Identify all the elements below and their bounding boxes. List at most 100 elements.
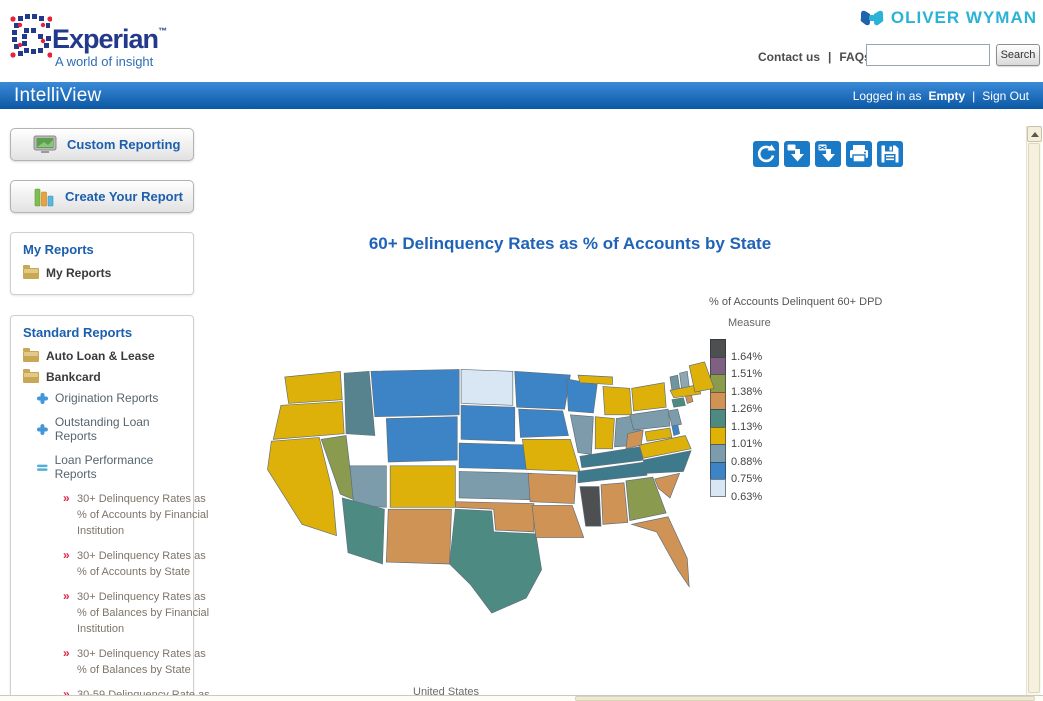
report-link[interactable]: »30+ Delinquency Rates as % of Accounts … — [63, 548, 215, 580]
export-pdf-button[interactable] — [784, 141, 810, 167]
oliver-wyman-mark-icon — [859, 9, 885, 27]
folder-icon — [23, 372, 39, 383]
create-your-report-button[interactable]: Create Your Report — [10, 180, 194, 213]
bar-chart-icon — [33, 186, 55, 208]
print-icon — [846, 141, 872, 167]
state-nh[interactable] — [680, 371, 690, 388]
app-title-bar: IntelliView Logged in as Empty | Sign Ou… — [0, 82, 1043, 109]
header: Experian™ A world of insight OLIVER WYMA… — [0, 0, 1043, 82]
search-button[interactable]: Search — [996, 44, 1040, 66]
horizontal-scrollbar-thumb[interactable] — [575, 696, 1035, 701]
page: Experian™ A world of insight OLIVER WYMA… — [0, 0, 1043, 701]
bankcard-children: Origination Reports Outstanding Loan Repo… — [37, 391, 193, 701]
my-reports-header: My Reports — [23, 242, 193, 257]
experian-logo-icon — [10, 12, 52, 60]
state-pa[interactable] — [630, 409, 670, 430]
report-toolbar — [753, 141, 903, 167]
state-in[interactable] — [595, 417, 614, 449]
print-button[interactable] — [846, 141, 872, 167]
app-brand: IntelliView — [14, 85, 101, 107]
export-excel-button[interactable] — [815, 141, 841, 167]
state-il[interactable] — [570, 415, 593, 455]
us-choropleth-map[interactable] — [256, 360, 716, 615]
report-link-label: 30+ Delinquency Rates as % of Balances b… — [77, 591, 209, 635]
chart-title: 60+ Delinquency Rates as % of Accounts b… — [300, 234, 840, 254]
search-input[interactable] — [866, 44, 990, 66]
link-divider: | — [828, 50, 831, 64]
tree-node-loan-performance-reports[interactable]: Loan Performance Reports — [37, 453, 193, 481]
standard-reports-header: Standard Reports — [23, 325, 193, 340]
scroll-up-arrow-icon[interactable] — [1027, 126, 1042, 142]
state-mt[interactable] — [371, 369, 459, 416]
experian-wordmark: Experian™ — [52, 24, 166, 55]
state-fl[interactable] — [632, 517, 690, 587]
double-chevron-icon: » — [63, 645, 70, 661]
report-link[interactable]: »30+ Delinquency Rates as % of Balances … — [63, 646, 215, 678]
tree-folder-bankcard[interactable]: Bankcard — [23, 370, 193, 384]
tree-folder-auto-loan-lease[interactable]: Auto Loan & Lease — [23, 349, 193, 363]
state-co[interactable] — [390, 466, 455, 508]
tree-node-label: Origination Reports — [55, 391, 158, 405]
trademark-symbol: ™ — [158, 26, 166, 36]
report-link-label: 30+ Delinquency Rates as % of Accounts b… — [77, 493, 208, 537]
state-mi-up[interactable] — [578, 375, 613, 384]
horizontal-scrollbar[interactable] — [0, 695, 1043, 701]
state-wy[interactable] — [386, 417, 457, 462]
save-button[interactable] — [877, 141, 903, 167]
legend-value: 1.51% — [731, 368, 762, 380]
logged-in-text: Logged in as — [853, 89, 922, 103]
state-id[interactable] — [344, 371, 375, 435]
custom-reporting-label: Custom Reporting — [67, 137, 180, 152]
my-reports-panel: My Reports My Reports — [10, 232, 194, 295]
tree-node-label: Outstanding Loan Reports — [55, 415, 193, 443]
state-mo[interactable] — [522, 439, 580, 471]
plus-icon — [37, 393, 48, 404]
state-ny[interactable] — [632, 383, 667, 411]
plus-icon — [37, 424, 48, 435]
report-link[interactable]: » 30+ Delinquency Rates as % of Balances … — [63, 589, 215, 637]
state-ks[interactable] — [459, 471, 532, 499]
state-mn[interactable] — [515, 371, 571, 409]
my-reports-item[interactable]: My Reports — [23, 266, 193, 280]
state-ms[interactable] — [580, 487, 601, 527]
tree-node-origination-reports[interactable]: Origination Reports — [37, 391, 193, 405]
state-sd[interactable] — [461, 405, 515, 441]
state-al[interactable] — [601, 483, 628, 525]
vertical-scrollbar[interactable] — [1026, 126, 1041, 695]
state-nj[interactable] — [668, 409, 681, 426]
state-mi[interactable] — [603, 386, 632, 414]
refresh-button[interactable] — [753, 141, 779, 167]
logged-in-user: Empty — [928, 89, 965, 103]
experian-tagline: A world of insight — [55, 54, 153, 69]
state-az[interactable] — [342, 498, 384, 564]
state-ia[interactable] — [519, 409, 569, 437]
state-wa[interactable] — [285, 371, 343, 403]
tree-node-outstanding-loan-reports[interactable]: Outstanding Loan Reports — [37, 415, 193, 443]
state-ne[interactable] — [459, 443, 532, 469]
contact-us-link[interactable]: Contact us — [758, 50, 820, 64]
export-pdf-icon — [784, 141, 810, 167]
double-chevron-icon: » — [63, 588, 70, 604]
state-ct[interactable] — [672, 398, 685, 407]
folder-icon — [23, 268, 39, 279]
state-nd[interactable] — [461, 369, 513, 405]
create-your-report-label: Create Your Report — [65, 189, 183, 204]
legend-value: 1.26% — [731, 403, 762, 415]
state-vt[interactable] — [670, 375, 680, 390]
tree-node-label: Loan Performance Reports — [55, 453, 193, 481]
state-or[interactable] — [273, 402, 344, 440]
report-link[interactable]: »30+ Delinquency Rates as % of Accounts … — [63, 491, 215, 539]
state-ar[interactable] — [528, 473, 576, 503]
legend-measure-label: Measure — [728, 317, 771, 329]
sign-out-link[interactable]: Sign Out — [982, 89, 1029, 103]
session-divider: | — [972, 89, 975, 103]
minus-icon — [37, 462, 48, 473]
custom-reporting-button[interactable]: Custom Reporting — [10, 128, 194, 161]
vertical-scrollbar-thumb[interactable] — [1028, 143, 1040, 693]
legend-value: 1.13% — [731, 421, 762, 433]
state-wi[interactable] — [567, 379, 598, 413]
state-la[interactable] — [532, 505, 584, 537]
legend-swatch — [710, 339, 726, 357]
legend-value: 0.88% — [731, 456, 762, 468]
state-nm[interactable] — [386, 509, 451, 564]
